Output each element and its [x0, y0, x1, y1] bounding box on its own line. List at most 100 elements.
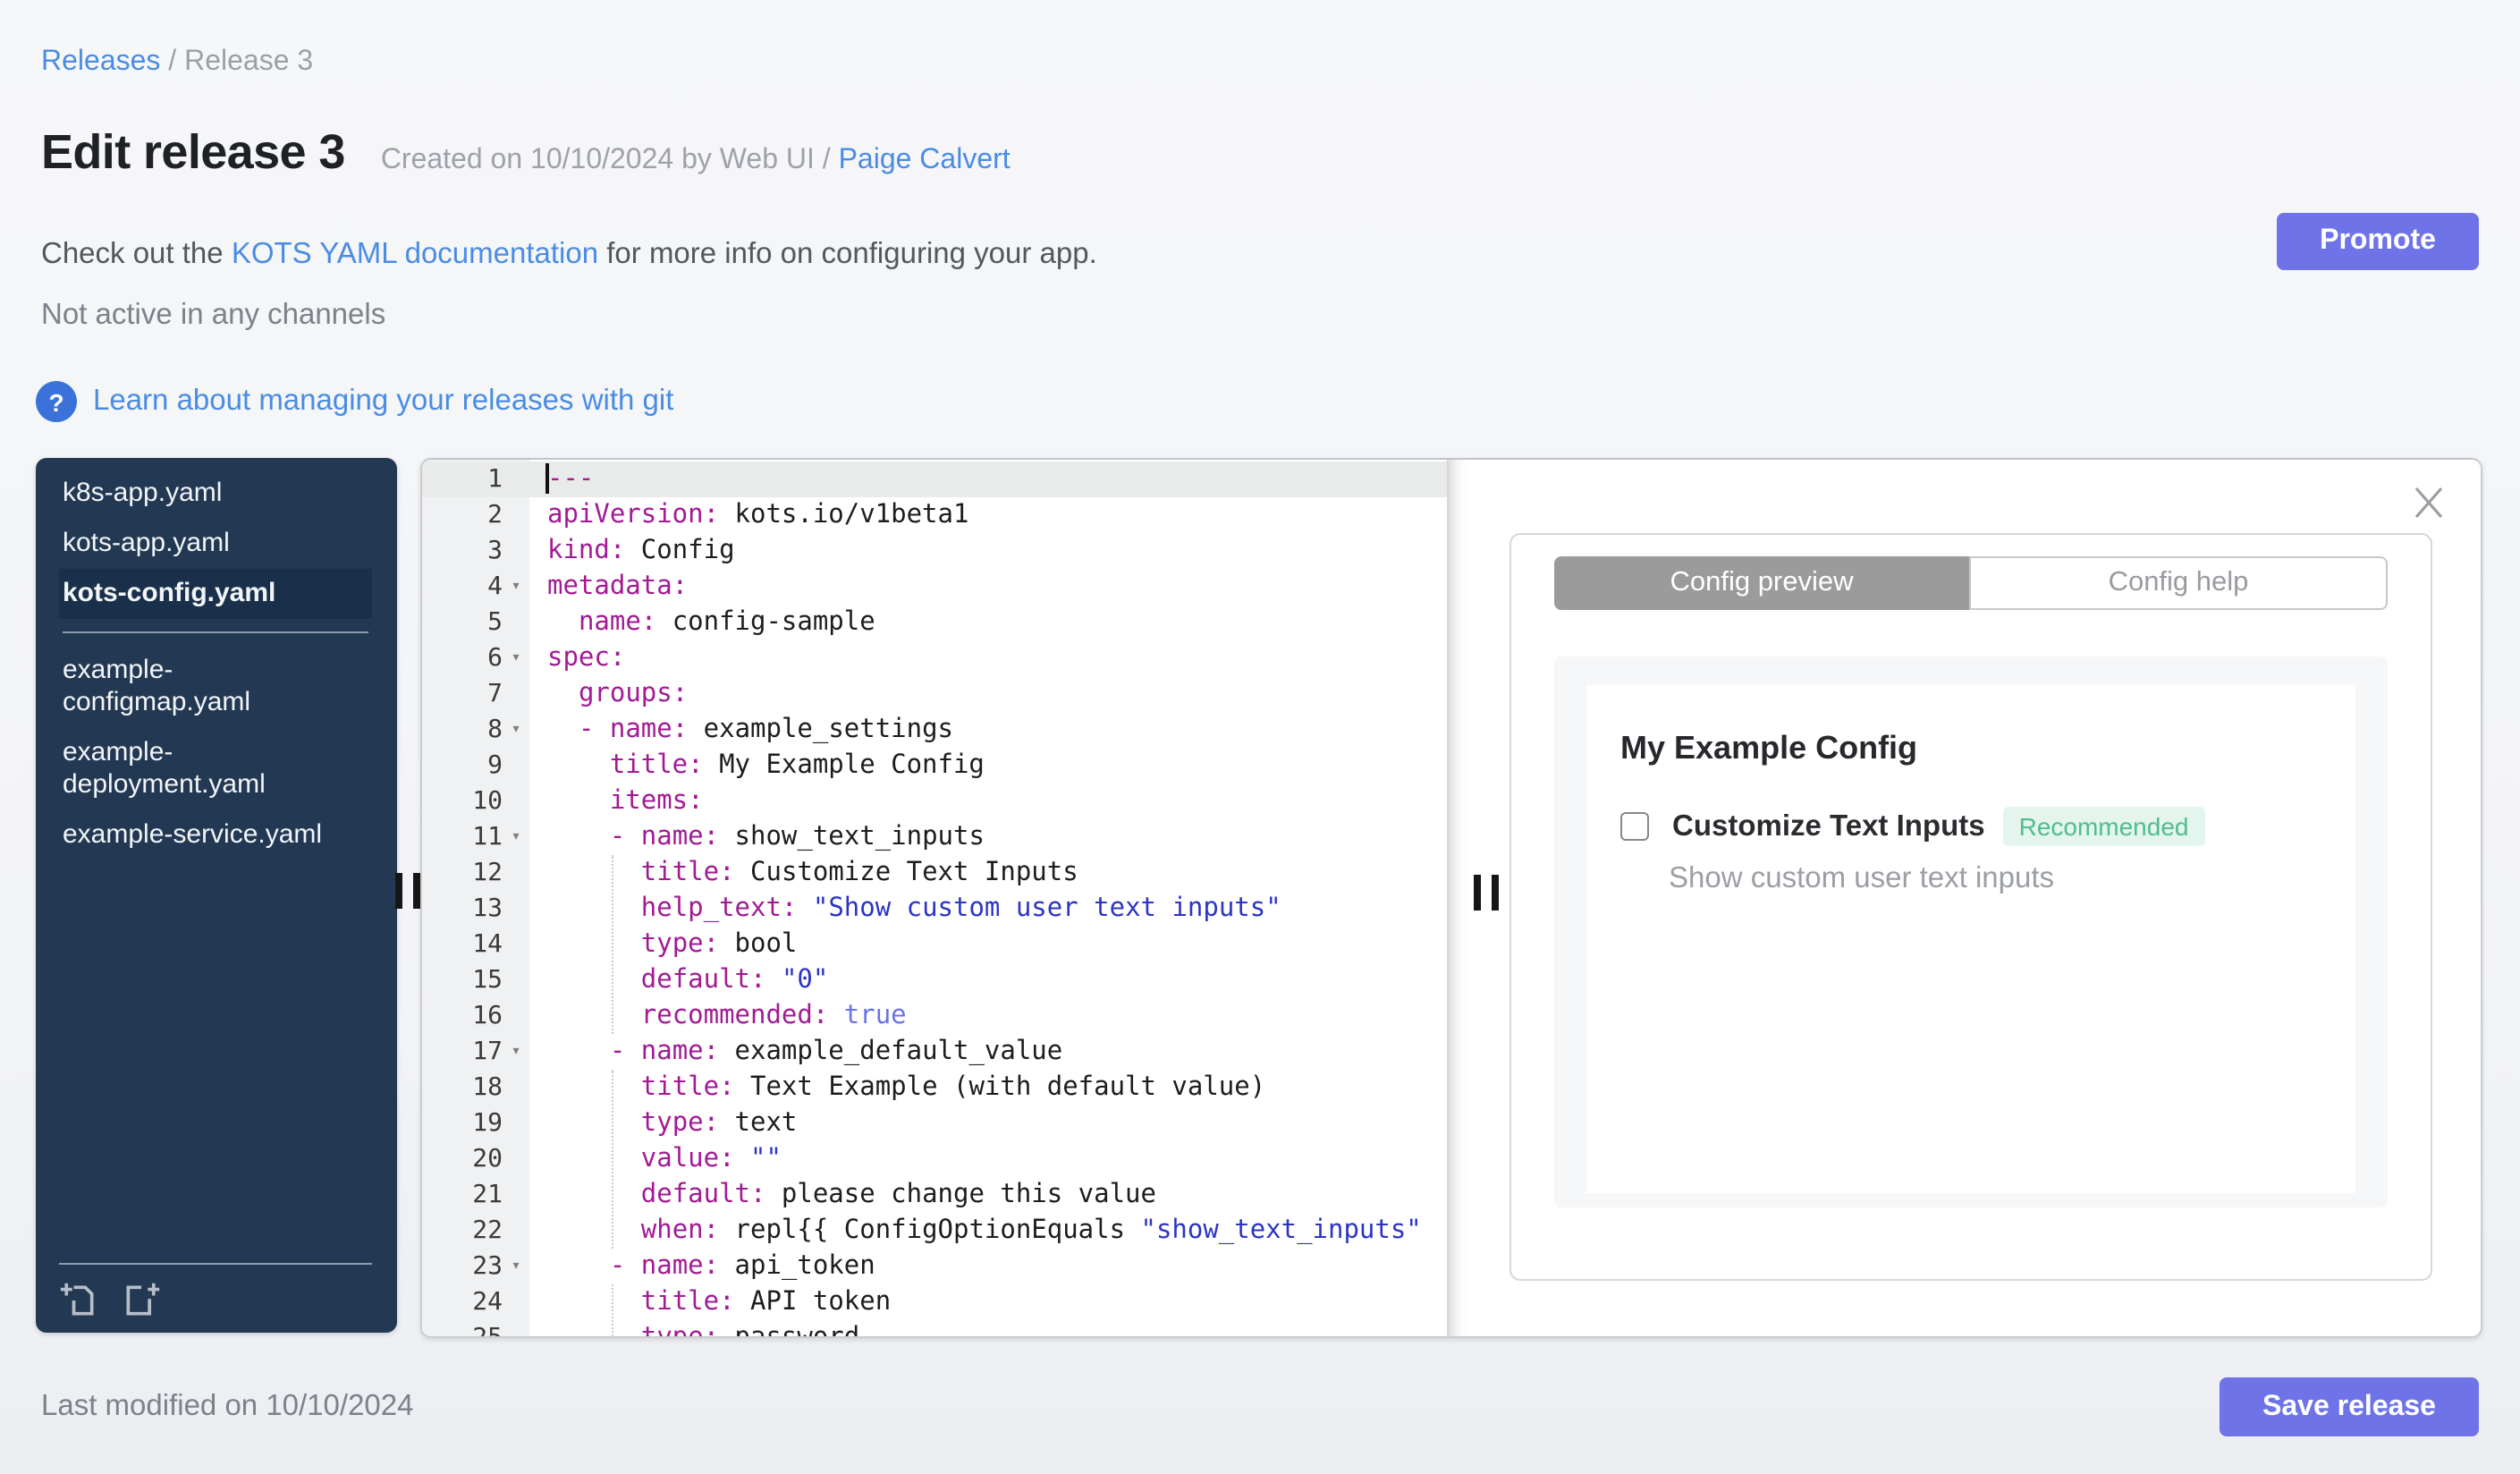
code-line[interactable]: when: repl{{ ConfigOptionEquals "show_te…	[529, 1213, 1447, 1249]
git-help-row[interactable]: ? Learn about managing your releases wit…	[36, 381, 673, 422]
fold-toggle-icon[interactable]: ▾	[503, 649, 529, 667]
kots-yaml-doc-link[interactable]: KOTS YAML documentation	[232, 238, 598, 270]
line-number: 22	[472, 1216, 503, 1245]
code-line[interactable]: value: ""	[529, 1141, 1447, 1177]
line-number-gutter: 1 2 3 4 ▾ 5 6 ▾ 7 8 ▾ 9 10 11 ▾ 12 13 14 15 16 17 ▾ 18 19 20 21 22…	[422, 462, 529, 1336]
line-number: 10	[472, 787, 503, 816]
line-number: 4	[487, 572, 503, 601]
doc-outro: for more info on configuring your app.	[598, 238, 1097, 270]
config-help-text: Show custom user text inputs	[1669, 862, 2055, 894]
code-line[interactable]: title: My Example Config	[529, 748, 1447, 784]
line-number: 25	[422, 1324, 503, 1336]
code-area[interactable]: --- apiVersion: kots.io/v1beta1 kind: Conf…	[529, 462, 1447, 1336]
save-release-button[interactable]: Save release	[2220, 1377, 2479, 1436]
resize-bar	[1474, 875, 1481, 911]
line-number: 11	[472, 823, 503, 851]
preview-card: Config preview Config help My Example Con…	[1509, 533, 2432, 1281]
fold-toggle-icon[interactable]: ▾	[503, 578, 529, 596]
editor-preview-panes: 1 2 3 4 ▾ 5 6 ▾ 7 8 ▾ 9 10 11 ▾ 12 13 14 15 16 17 ▾ 18 19 20 21 22…	[420, 458, 2482, 1338]
resize-bar	[1492, 875, 1499, 911]
code-line[interactable]: apiVersion: kots.io/v1beta1	[529, 497, 1447, 533]
code-line[interactable]: - name: show_text_inputs	[529, 819, 1447, 855]
doc-line: Check out the KOTS YAML documentation fo…	[41, 238, 1097, 272]
breadcrumb-current: Release 3	[184, 47, 314, 77]
tab-config-preview[interactable]: Config preview	[1554, 556, 1969, 610]
line-number: 5	[487, 608, 503, 637]
new-folder-icon[interactable]	[122, 1281, 161, 1320]
line-number: 9	[487, 751, 503, 780]
breadcrumb-releases-link[interactable]: Releases	[41, 47, 160, 77]
code-line[interactable]: spec:	[529, 640, 1447, 676]
resize-bar	[395, 873, 402, 909]
doc-intro: Check out the	[41, 238, 232, 270]
code-line[interactable]: title: Text Example (with default value)	[529, 1070, 1447, 1106]
code-line[interactable]: metadata:	[529, 569, 1447, 605]
sidebar-footer	[59, 1263, 372, 1320]
code-line[interactable]: kind: Config	[529, 533, 1447, 569]
config-checkbox[interactable]	[1620, 812, 1649, 841]
line-number: 7	[487, 680, 503, 708]
line-number: 24	[472, 1288, 503, 1317]
config-group-title: My Example Config	[1620, 730, 1918, 766]
code-line[interactable]: default: "0"	[529, 962, 1447, 998]
code-line[interactable]: help_text: "Show custom user text inputs…	[529, 891, 1447, 927]
author-link[interactable]: Paige Calvert	[839, 145, 1011, 175]
channel-status: Not active in any channels	[41, 299, 386, 331]
promote-button[interactable]: Promote	[2277, 213, 2479, 270]
release-editor-page: Releases / Release 3 Edit release 3 Crea…	[0, 0, 2520, 1474]
code-line[interactable]: - name: example_settings	[529, 712, 1447, 748]
code-line[interactable]: recommended: true	[529, 998, 1447, 1034]
resize-bar	[413, 873, 420, 909]
file-list-divider	[63, 631, 368, 633]
line-number: 15	[472, 966, 503, 995]
line-number: 12	[472, 859, 503, 887]
recommended-badge: Recommended	[2002, 807, 2205, 846]
line-number: 14	[472, 930, 503, 959]
sidebar-file-item[interactable]: example- configmap.yaml	[59, 646, 372, 728]
code-line[interactable]: - name: api_token	[529, 1249, 1447, 1284]
code-line[interactable]: - name: example_default_value	[529, 1034, 1447, 1070]
file-list: k8s-app.yaml kots-app.yaml kots-config.yam…	[59, 469, 372, 860]
code-line[interactable]: name: config-sample	[529, 605, 1447, 640]
fold-toggle-icon[interactable]: ▾	[503, 828, 529, 846]
code-line[interactable]: title: API token	[529, 1284, 1447, 1320]
line-number: 23	[472, 1252, 503, 1281]
close-icon[interactable]	[2409, 483, 2448, 522]
sidebar-file-item[interactable]: kots-config.yaml	[59, 569, 372, 619]
created-prefix: Created on 10/10/2024 by Web UI /	[380, 145, 839, 175]
config-preview-panel: Config preview Config help My Example Con…	[1447, 460, 2481, 1336]
code-line[interactable]: groups:	[529, 676, 1447, 712]
code-line[interactable]: type: bool	[529, 927, 1447, 962]
code-line[interactable]: type: text	[529, 1106, 1447, 1141]
code-line[interactable]: title: Customize Text Inputs	[529, 855, 1447, 891]
sidebar-file-item[interactable]: example- deployment.yaml	[59, 728, 372, 810]
question-icon: ?	[36, 381, 77, 422]
fold-toggle-icon[interactable]: ▾	[503, 1258, 529, 1275]
sidebar-file-item[interactable]: example-service.yaml	[59, 810, 372, 860]
file-sidebar: k8s-app.yaml kots-app.yaml kots-config.yam…	[36, 458, 397, 1333]
line-number: 19	[472, 1109, 503, 1138]
panel-resize-handle[interactable]	[1474, 875, 1499, 911]
fold-toggle-icon[interactable]: ▾	[503, 1043, 529, 1061]
sidebar-file-item[interactable]: kots-app.yaml	[59, 519, 372, 569]
code-line[interactable]: ---	[529, 462, 1447, 497]
new-file-icon[interactable]	[59, 1281, 98, 1320]
tab-config-help[interactable]: Config help	[1969, 556, 2388, 610]
code-line[interactable]: items:	[529, 784, 1447, 819]
code-line[interactable]: type: password	[529, 1320, 1447, 1336]
yaml-editor[interactable]: 1 2 3 4 ▾ 5 6 ▾ 7 8 ▾ 9 10 11 ▾ 12 13 14 15 16 17 ▾ 18 19 20 21 22…	[422, 460, 1447, 1336]
sidebar-resize-handle[interactable]	[395, 873, 420, 909]
line-number: 3	[487, 537, 503, 565]
line-number: 16	[472, 1002, 503, 1030]
line-number: 17	[472, 1038, 503, 1066]
line-number: 21	[472, 1181, 503, 1209]
sidebar-file-item[interactable]: k8s-app.yaml	[59, 469, 372, 519]
fold-toggle-icon[interactable]: ▾	[503, 721, 529, 739]
config-item-label: Customize Text Inputs	[1672, 809, 1985, 842]
line-number: 1	[487, 465, 503, 494]
config-form: My Example Config Customize Text Inputs …	[1586, 685, 2355, 1193]
breadcrumb-separator: /	[160, 47, 185, 77]
last-modified-text: Last modified on 10/10/2024	[41, 1390, 414, 1422]
code-line[interactable]: default: please change this value	[529, 1177, 1447, 1213]
git-releases-link[interactable]: Learn about managing your releases with …	[93, 385, 673, 419]
